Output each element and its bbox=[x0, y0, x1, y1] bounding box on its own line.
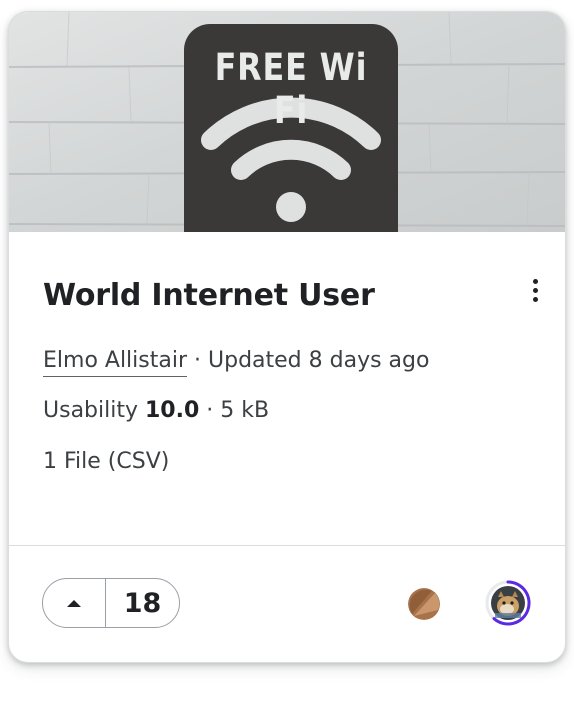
avatar-1[interactable] bbox=[408, 588, 440, 620]
owner-line: Elmo Allistair · Updated 8 days ago bbox=[43, 348, 430, 377]
avatar-2[interactable] bbox=[485, 580, 531, 626]
more-vert-icon[interactable] bbox=[521, 276, 549, 304]
usability-line: Usability 10.0 · 5 kB bbox=[43, 398, 269, 423]
vote-widget: 18 bbox=[42, 578, 180, 628]
dataset-card[interactable]: FREE Wi Fi World Internet User Elmo Alli… bbox=[8, 11, 566, 663]
updated-text: · Updated 8 days ago bbox=[187, 348, 430, 373]
files-text: 1 File (CSV) bbox=[43, 449, 170, 474]
upvote-button[interactable] bbox=[43, 579, 106, 627]
size-text: · 5 kB bbox=[199, 398, 270, 423]
dataset-thumbnail[interactable]: FREE Wi Fi bbox=[9, 12, 565, 232]
vote-count[interactable]: 18 bbox=[106, 579, 179, 627]
usability-score: 10.0 bbox=[145, 398, 200, 423]
upvote-icon bbox=[67, 599, 81, 607]
dataset-title[interactable]: World Internet User bbox=[43, 278, 375, 313]
sign-text: FREE Wi Fi bbox=[214, 46, 368, 132]
owner-link[interactable]: Elmo Allistair bbox=[43, 348, 188, 377]
card-divider bbox=[9, 545, 565, 546]
usability-label: Usability bbox=[43, 398, 145, 423]
